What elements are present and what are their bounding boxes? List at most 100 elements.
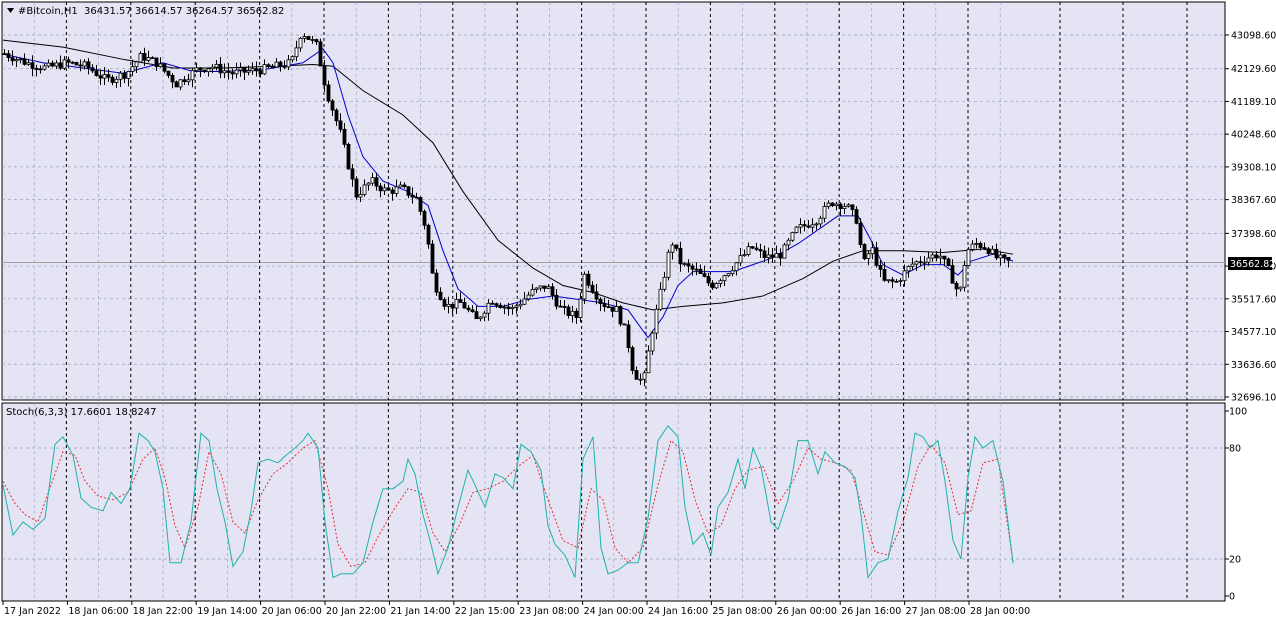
bull-candle xyxy=(538,285,543,289)
bear-candle xyxy=(754,247,759,250)
bear-candle xyxy=(10,57,15,62)
bull-candle xyxy=(866,253,871,260)
bear-candle xyxy=(466,307,471,311)
bull-candle xyxy=(250,68,255,72)
bull-candle xyxy=(530,289,535,296)
bear-candle xyxy=(170,75,175,83)
bull-candle xyxy=(178,79,183,88)
bear-candle xyxy=(770,254,775,258)
bull-candle xyxy=(526,294,531,300)
bear-candle xyxy=(22,58,27,65)
bear-candle xyxy=(122,72,127,79)
bull-candle xyxy=(654,308,659,334)
bull-candle xyxy=(26,62,31,65)
bear-candle xyxy=(890,279,895,282)
bull-candle xyxy=(682,263,687,266)
time-tick-label: 24 Jan 00:00 xyxy=(584,606,644,617)
bull-candle xyxy=(18,58,23,61)
bear-candle xyxy=(338,120,343,130)
time-tick-label: 28 Jan 00:00 xyxy=(970,606,1030,617)
bear-candle xyxy=(690,265,695,270)
bull-candle xyxy=(738,255,743,264)
bear-candle xyxy=(326,84,331,102)
stoch-scale-label: 0 xyxy=(1229,592,1235,603)
bull-candle xyxy=(478,316,483,320)
bear-candle xyxy=(166,70,171,76)
bear-candle xyxy=(334,109,339,122)
bull-candle xyxy=(834,203,839,207)
bull-candle xyxy=(522,298,527,305)
stoch-scale-label: 80 xyxy=(1229,444,1241,455)
time-tick-label: 18 Jan 22:00 xyxy=(133,606,193,617)
bear-candle xyxy=(30,62,35,69)
bear-candle xyxy=(586,273,591,286)
bear-candle xyxy=(506,306,511,310)
bear-candle xyxy=(202,69,207,73)
bear-candle xyxy=(986,248,991,254)
bear-candle xyxy=(198,67,203,71)
bear-candle xyxy=(450,303,455,309)
bear-candle xyxy=(802,224,807,227)
bull-candle xyxy=(262,64,267,75)
bull-candle xyxy=(826,202,831,207)
bull-candle xyxy=(134,61,139,68)
bear-candle xyxy=(934,254,939,259)
bull-candle xyxy=(822,206,827,219)
bear-candle xyxy=(230,72,235,75)
bear-candle xyxy=(894,280,899,283)
bull-candle xyxy=(938,255,943,259)
bear-candle xyxy=(618,306,623,325)
bear-candle xyxy=(574,310,579,319)
bear-candle xyxy=(98,75,103,79)
bear-candle xyxy=(562,306,567,308)
bear-candle xyxy=(330,100,335,111)
bull-candle xyxy=(966,249,971,266)
bull-candle xyxy=(186,79,191,83)
bear-candle xyxy=(462,302,467,309)
bull-candle xyxy=(786,239,791,246)
bull-candle xyxy=(722,275,727,282)
bull-candle xyxy=(766,254,771,258)
bull-candle xyxy=(482,312,487,318)
bear-candle xyxy=(702,273,707,277)
chart-header-symbol: #Bitcoin,H1 xyxy=(18,6,78,17)
bull-candle xyxy=(914,261,919,265)
bull-candle xyxy=(362,184,367,195)
time-tick-label: 26 Jan 00:00 xyxy=(777,606,837,617)
bear-candle xyxy=(470,309,475,313)
chart-window[interactable]: 43098.60 42129.60 41189.10 40248.60 39308.10… xyxy=(0,0,1276,623)
bear-candle xyxy=(542,285,547,289)
bear-candle xyxy=(386,187,391,191)
bull-candle xyxy=(818,217,823,225)
current-price-label: 36562.82 xyxy=(1230,259,1275,270)
bear-candle xyxy=(58,62,63,69)
bear-candle xyxy=(2,53,7,56)
bull-candle xyxy=(638,378,643,381)
bear-candle xyxy=(590,284,595,293)
bear-candle xyxy=(410,194,415,198)
stoch-scale-label: 20 xyxy=(1229,555,1241,566)
bull-candle xyxy=(646,350,651,374)
bull-candle xyxy=(358,193,363,198)
bear-candle xyxy=(406,186,411,196)
bear-candle xyxy=(390,189,395,194)
bear-candle xyxy=(438,291,443,301)
bear-candle xyxy=(70,61,75,64)
bear-candle xyxy=(854,209,859,224)
time-tick-label: 19 Jan 14:00 xyxy=(197,606,257,617)
time-tick-label: 20 Jan 22:00 xyxy=(326,606,386,617)
bull-candle xyxy=(782,244,787,259)
price-tick-label: 40248.60 xyxy=(1231,130,1276,141)
price-chart-canvas[interactable]: 43098.60 42129.60 41189.10 40248.60 39308.10… xyxy=(0,0,1276,623)
bear-candle xyxy=(442,299,447,307)
bear-candle xyxy=(154,57,159,67)
bull-candle xyxy=(54,62,59,67)
time-tick-label: 21 Jan 14:00 xyxy=(390,606,450,617)
bull-candle xyxy=(446,303,451,307)
bear-candle xyxy=(550,286,555,296)
bull-candle xyxy=(970,243,975,250)
bear-candle xyxy=(1006,256,1011,261)
bear-candle xyxy=(50,62,55,67)
bull-candle xyxy=(190,69,195,81)
bear-candle xyxy=(706,276,711,284)
